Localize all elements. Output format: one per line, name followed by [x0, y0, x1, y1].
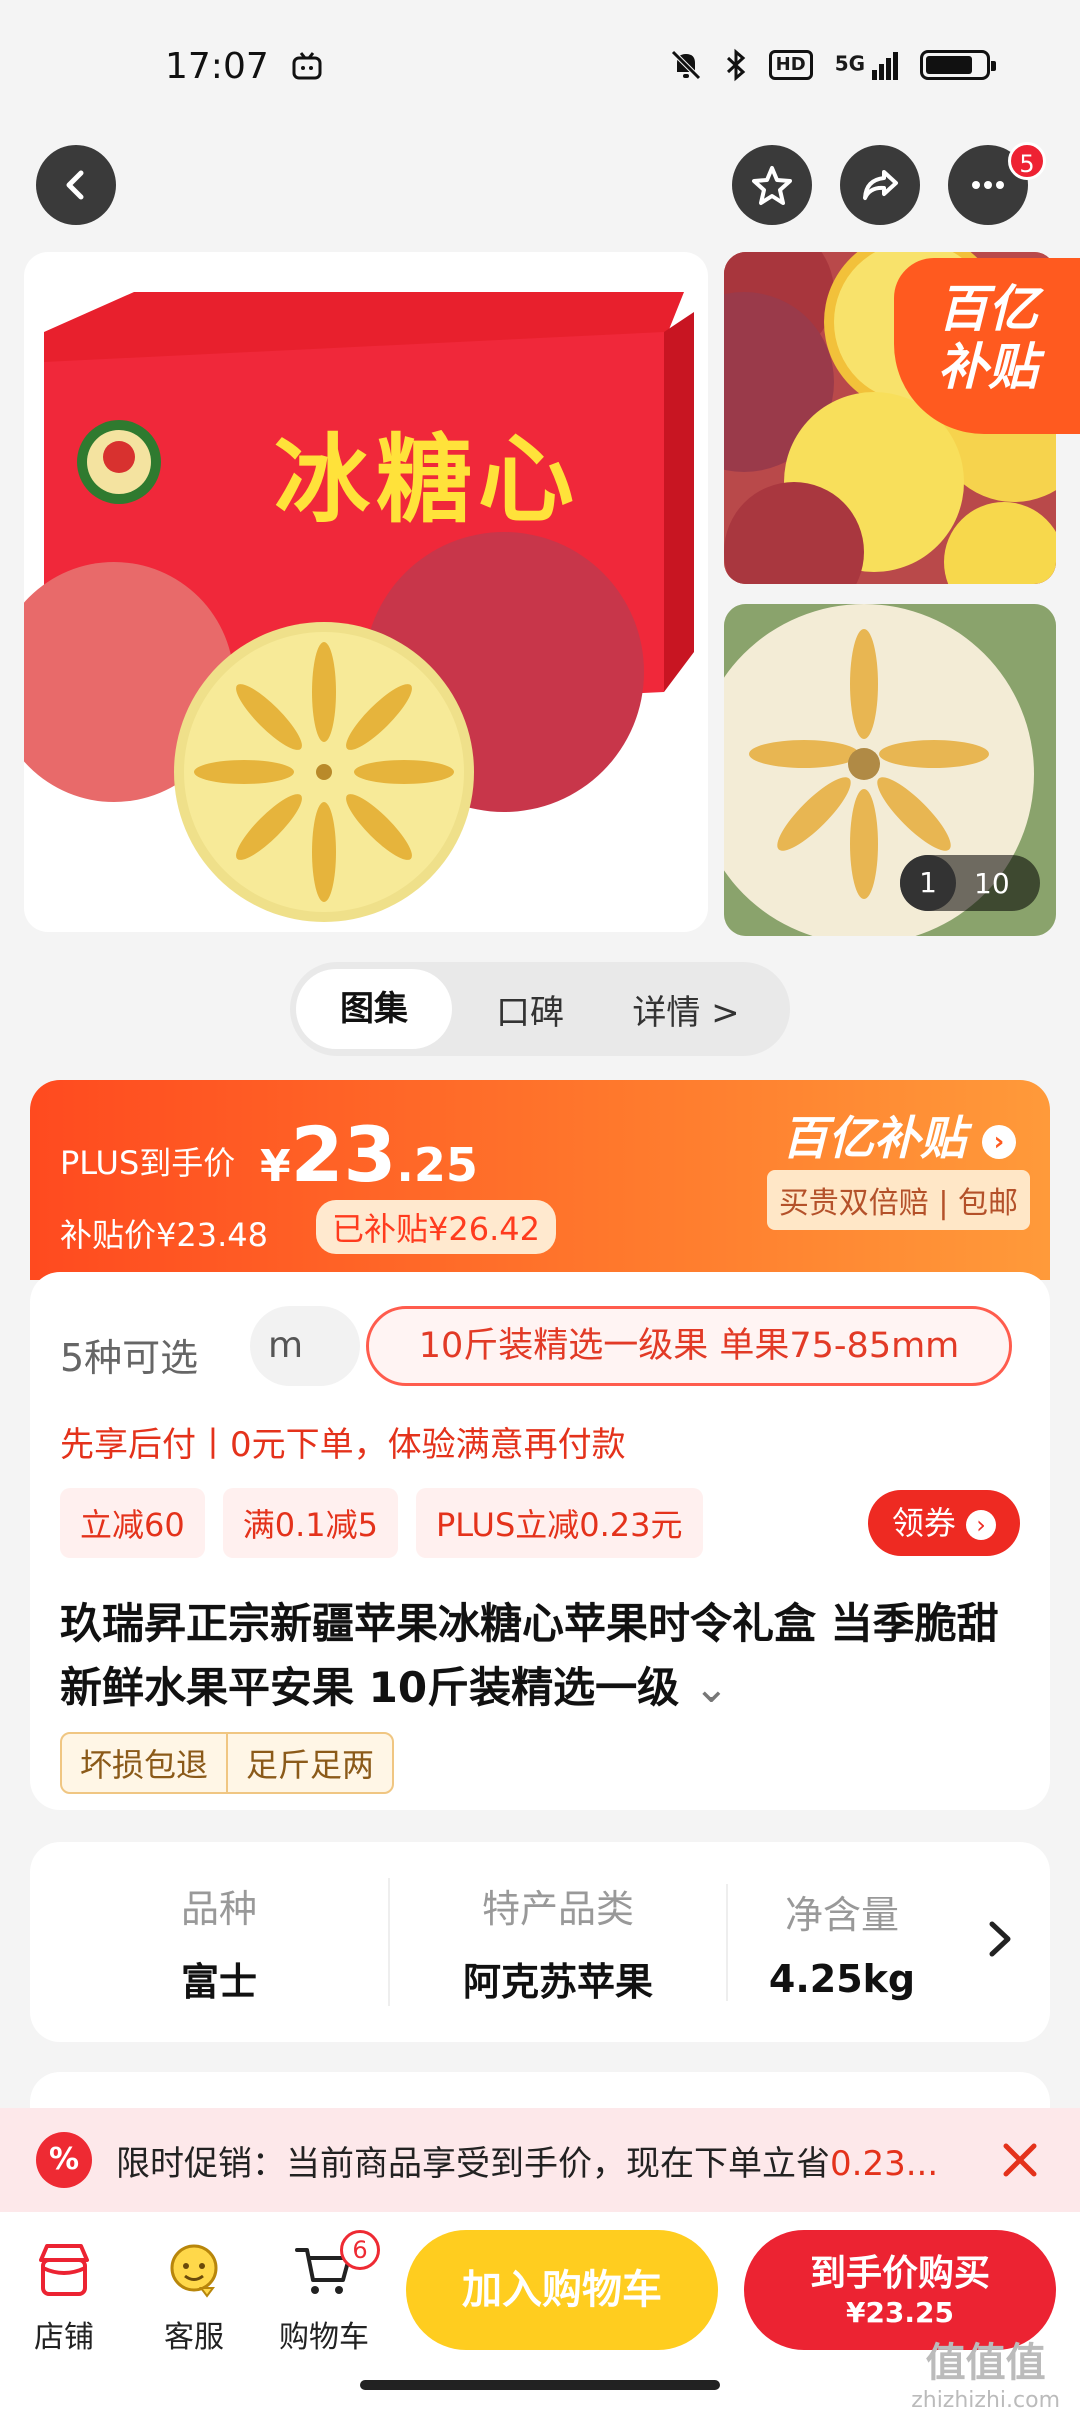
plus-price-label: PLUS到手价 — [60, 1144, 236, 1182]
plus-price: ¥23.25 — [260, 1110, 478, 1199]
subsidy-brand-label: 百亿补贴 — [781, 1111, 966, 1165]
star-icon — [752, 166, 792, 205]
chevron-left-icon — [66, 170, 84, 200]
promo-text: 限时促销：当前商品享受到手价，现在下单立省0.23... — [116, 2136, 996, 2185]
share-icon — [863, 170, 898, 200]
price-int: 23 — [290, 1110, 397, 1199]
buy-now-price: ¥23.25 — [845, 2296, 955, 2329]
spec-variety: 品种 富士 — [50, 1878, 388, 2006]
chevron-right-icon[interactable] — [980, 1914, 1020, 1964]
subsidy-corner-tag: 百亿补贴 — [894, 258, 1080, 434]
apple-box-illustration — [24, 292, 694, 922]
gallery-counter-total: 10 — [974, 866, 1010, 900]
status-time: 17:07 — [165, 46, 269, 87]
store-icon — [39, 2244, 89, 2296]
spec-key: 净含量 — [784, 1892, 899, 1937]
guarantee-badge: 买贵双倍赔 | 包邮 — [766, 1170, 1030, 1230]
media-tabs: 图集 口碑 详情 > — [290, 962, 790, 1056]
coupon-tag: 满0.1减5 — [222, 1488, 398, 1558]
spec-key: 特产品类 — [481, 1887, 634, 1931]
box-print-text: 冰糖心 — [274, 423, 580, 536]
watermark: 值值值 zhizhizhi.com — [911, 2330, 1060, 2412]
price-currency: ¥ — [260, 1141, 291, 1192]
bluetooth-icon — [726, 48, 745, 82]
spec-value: 4.25kg — [768, 1956, 916, 2001]
gallery-counter: 1 10 — [900, 855, 1040, 911]
tab-reviews[interactable]: 口碑 — [452, 985, 608, 1034]
mute-bell-icon — [670, 50, 701, 80]
subsidized-amount-badge: 已补贴¥26.42 — [316, 1200, 556, 1254]
product-info-card: 5种可选 m 10斤装精选一级果 单果75-85mm 先享后付丨0元下单，体验满… — [30, 1272, 1050, 1810]
spec-net-weight: 净含量 4.25kg — [726, 1883, 956, 2001]
more-badge: 5 — [1008, 142, 1046, 180]
store-label: 店铺 — [34, 2320, 94, 2355]
option-count[interactable]: 5种可选 — [60, 1327, 198, 1382]
buy-now-pay-later[interactable]: 先享后付丨0元下单，体验满意再付款 — [60, 1417, 626, 1466]
subsidy-price: 补贴价¥23.48 — [60, 1216, 268, 1254]
service-label: 客服 — [164, 2320, 224, 2355]
chevron-right-circle-icon: › — [982, 1124, 1016, 1159]
watermark-url: zhizhizhi.com — [911, 2388, 1060, 2412]
chevron-down-icon: ⌄ — [693, 1663, 729, 1712]
promo-message: 限时促销：当前商品享受到手价，现在下单立省 — [116, 2143, 830, 2184]
share-button[interactable] — [840, 145, 920, 225]
close-icon[interactable] — [998, 2138, 1042, 2182]
promo-bar[interactable]: % 限时促销：当前商品享受到手价，现在下单立省0.23... — [0, 2108, 1080, 2212]
store-button[interactable]: 店铺 — [4, 2238, 124, 2356]
spec-value: 阿克苏苹果 — [462, 1960, 653, 2004]
tab-details[interactable]: 详情 > — [608, 985, 764, 1034]
percent-icon: % — [36, 2132, 92, 2188]
product-specs[interactable]: 品种 富士 特产品类 阿克苏苹果 净含量 4.25kg — [30, 1842, 1050, 2042]
status-icons: HD 5G — [669, 48, 996, 82]
promo-highlight: 0.23... — [830, 2143, 939, 2184]
service-tags: 坏损包退 足斤足两 — [60, 1732, 395, 1794]
service-button[interactable]: 客服 — [134, 2238, 254, 2356]
add-to-cart-button[interactable]: 加入购物车 — [406, 2230, 718, 2350]
cart-count-badge: 6 — [340, 2230, 380, 2270]
gallery-counter-current: 1 — [900, 855, 956, 911]
hd-icon: HD — [768, 50, 813, 80]
option-chip-selected[interactable]: 10斤装精选一级果 单果75-85mm — [366, 1306, 1012, 1386]
product-title-text: 玖瑞昇正宗新疆苹果冰糖心苹果时令礼盒 当季脆甜新鲜水果平安果 10斤装精选一级 — [60, 1599, 999, 1712]
tab-gallery[interactable]: 图集 — [296, 969, 452, 1049]
signal-icon: 5G — [835, 50, 898, 80]
network-type: 5G — [834, 51, 866, 76]
service-tag: 足斤足两 — [226, 1734, 392, 1792]
coupon-list: 立减60 满0.1减5 PLUS立减0.23元 — [60, 1488, 703, 1558]
option-chip-partial[interactable]: m — [250, 1306, 360, 1386]
product-title[interactable]: 玖瑞昇正宗新疆苹果冰糖心苹果时令礼盒 当季脆甜新鲜水果平安果 10斤装精选一级 … — [60, 1592, 1020, 1720]
cart-label: 购物车 — [279, 2320, 369, 2355]
favorite-button[interactable] — [732, 145, 812, 225]
battery-icon — [920, 50, 996, 80]
service-tag: 坏损包退 — [80, 1746, 209, 1784]
spec-key: 品种 — [180, 1887, 257, 1931]
main-product-image[interactable]: 冰糖心 — [24, 252, 708, 932]
get-coupon-label: 领券 — [891, 1504, 956, 1542]
status-bar: 17:07 HD 5G — [0, 0, 1080, 140]
back-button[interactable] — [36, 145, 116, 225]
spec-category: 特产品类 阿克苏苹果 — [388, 1878, 726, 2006]
coupon-tag: 立减60 — [60, 1488, 205, 1558]
coupon-tag: PLUS立减0.23元 — [416, 1488, 703, 1558]
subsidy-brand[interactable]: 百亿补贴 › — [782, 1102, 1016, 1168]
price-dec: .25 — [396, 1138, 478, 1192]
tv-icon — [292, 52, 322, 80]
customer-service-icon — [170, 2244, 218, 2298]
home-indicator[interactable] — [360, 2380, 720, 2390]
get-coupon-button[interactable]: 领券 › — [868, 1490, 1020, 1556]
buy-now-label: 到手价购买 — [809, 2253, 990, 2294]
watermark-logo: 值值值 — [925, 2340, 1046, 2386]
price-banner: PLUS到手价 ¥23.25 补贴价¥23.48 已补贴¥26.42 百亿补贴 … — [30, 1080, 1050, 1280]
spec-value: 富士 — [180, 1960, 257, 2004]
chevron-right-circle-icon: › — [966, 1510, 997, 1540]
more-dots-icon — [972, 181, 1004, 189]
